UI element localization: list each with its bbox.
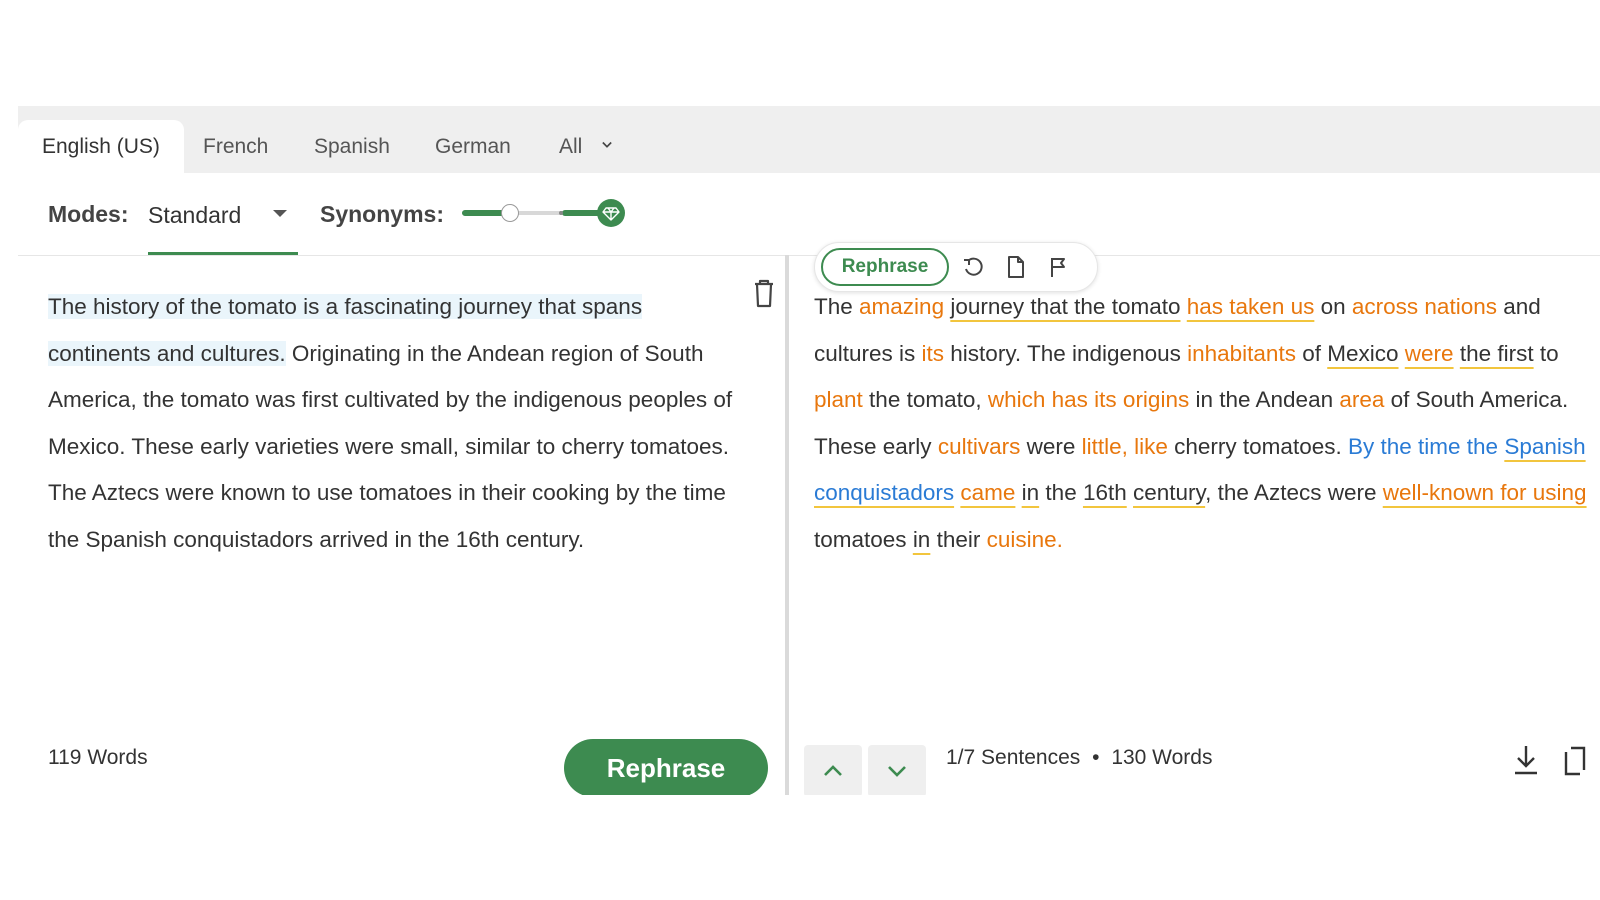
chevron-up-icon <box>824 765 842 776</box>
tab-all-dropdown[interactable]: All <box>535 120 636 173</box>
flag-icon[interactable] <box>1047 255 1071 279</box>
changed-word[interactable]: area <box>1339 387 1384 412</box>
changed-word[interactable]: across nations <box>1352 294 1497 319</box>
changed-word[interactable]: cultivars <box>938 434 1021 459</box>
changed-word[interactable]: first viewed <box>980 620 1093 625</box>
output-pane: The amazing journey that the tomato has … <box>790 242 1600 795</box>
slider-step-dot <box>559 211 563 215</box>
sentence-toolbar: Rephrase <box>814 242 1098 292</box>
output-text-segment: in <box>1021 480 1040 505</box>
modes-bar: Modes: Standard Synonyms: <box>18 173 1600 256</box>
tab-label: English (US) <box>42 135 160 158</box>
previous-sentence-button[interactable] <box>804 745 862 795</box>
changed-word[interactable]: well-known for using <box>1383 480 1587 505</box>
stats-separator: • <box>1092 746 1100 769</box>
tab-label: German <box>435 135 511 158</box>
output-text-segment: The tomato was <box>814 620 980 625</box>
output-text-segment: in the Andean <box>1189 387 1340 412</box>
tab-label: All <box>559 135 583 158</box>
changed-word[interactable]: has taken us <box>1187 294 1315 319</box>
synonyms-label: Synonyms: <box>320 201 444 227</box>
output-text-segment: in <box>912 526 931 552</box>
rephrase-sentence-button[interactable]: Rephrase <box>821 248 949 286</box>
trash-icon[interactable] <box>752 278 776 308</box>
changed-word[interactable]: its <box>922 341 945 366</box>
paraphraser-app: English (US) French Spanish German All M… <box>18 106 1600 795</box>
tab-german[interactable]: German <box>411 120 535 173</box>
premium-level[interactable] <box>597 199 625 227</box>
output-word-count: 130 Words <box>1111 746 1213 769</box>
download-icon[interactable] <box>1510 742 1542 778</box>
output-text-segment: , the Aztecs were <box>1205 480 1383 505</box>
output-paragraph: The amazing journey that the tomato has … <box>814 284 1594 563</box>
output-text-segment: history. The indigenous <box>944 340 1188 366</box>
output-text-segment: the <box>1039 480 1083 505</box>
output-text-segment: of <box>1295 340 1328 366</box>
synonyms-slider[interactable] <box>462 199 632 229</box>
changed-word[interactable]: little, like <box>1082 434 1168 459</box>
changed-word[interactable]: inhabitants <box>1187 341 1296 366</box>
output-paragraph: The tomato was first viewed with distrus… <box>814 610 1594 625</box>
next-sentence-button[interactable] <box>868 745 926 795</box>
changed-word[interactable]: cuisine. <box>987 527 1063 552</box>
mode-select[interactable]: Standard <box>148 193 298 255</box>
output-text-segment: 16th <box>1082 480 1127 505</box>
structural-change[interactable]: By the time the <box>1348 434 1504 459</box>
chevron-down-icon <box>602 141 612 148</box>
tab-spanish[interactable]: Spanish <box>290 120 414 173</box>
output-text-segment: to <box>1533 340 1559 366</box>
modes-label: Modes: <box>48 201 129 227</box>
document-icon[interactable] <box>1004 255 1028 279</box>
output-text-segment: cherry tomatoes. <box>1167 433 1348 459</box>
output-text-segment: their <box>930 526 987 552</box>
output-text-segment: the first <box>1459 340 1534 366</box>
changed-word[interactable]: distrust <box>1145 620 1218 625</box>
changed-word[interactable]: amazing <box>859 294 944 319</box>
output-footer: 1/7 Sentences • 130 Words <box>790 730 1600 795</box>
changed-word[interactable]: were <box>1405 341 1454 366</box>
tab-french[interactable]: French <box>179 120 292 173</box>
input-paragraph: The history of the tomato is a fascinati… <box>48 284 748 563</box>
changed-word[interactable]: which has its origins <box>988 387 1189 412</box>
output-text-segment: were <box>1020 433 1082 459</box>
output-text[interactable]: The amazing journey that the tomato has … <box>814 284 1594 624</box>
input-word-count: 119 Words <box>48 746 148 769</box>
input-text[interactable]: The history of the tomato is a fascinati… <box>48 284 748 624</box>
changed-word[interactable]: plant <box>814 387 863 412</box>
tab-label: French <box>203 135 269 158</box>
output-text-segment: Mexico <box>1327 340 1399 366</box>
diamond-icon <box>602 207 620 221</box>
output-stats: 1/7 Sentences • 130 Words <box>946 746 1212 770</box>
slider-thumb[interactable] <box>501 204 519 222</box>
input-paragraph: When the Spanish brought the tomato back… <box>48 610 748 625</box>
tab-label: Spanish <box>314 135 390 158</box>
input-pane: The history of the tomato is a fascinati… <box>18 256 784 795</box>
output-text-segment: tomatoes <box>814 526 913 552</box>
output-text-segment: journey that the tomato <box>950 294 1181 319</box>
output-text-segment: brought back <box>1444 620 1581 625</box>
chevron-down-icon <box>888 766 906 777</box>
output-text-segment: with <box>1099 620 1139 625</box>
undo-icon[interactable] <box>961 255 985 279</box>
rephrase-button[interactable]: Rephrase <box>564 739 768 795</box>
output-text-segment: century <box>1133 480 1206 505</box>
mode-selected-value: Standard <box>148 202 242 228</box>
output-text-segment: The <box>814 294 860 319</box>
language-tabs: English (US) French Spanish German All <box>18 106 1600 173</box>
output-text-segment: in Europe <box>1218 620 1327 625</box>
tab-english-us[interactable]: English (US) <box>18 120 184 173</box>
output-text-segment: on <box>1314 294 1352 319</box>
input-footer: 119 Words Rephrase <box>18 730 784 795</box>
caret-down-icon <box>273 210 287 217</box>
output-text-segment: when it was <box>1327 620 1445 625</box>
changed-word[interactable]: came <box>960 480 1015 505</box>
copy-icon[interactable] <box>1562 742 1594 778</box>
input-text-rest: Originating in the Andean region of Sout… <box>48 340 733 552</box>
output-text-segment: the tomato, <box>862 387 988 412</box>
mode-active-underline <box>148 252 298 255</box>
sentence-counter: 1/7 Sentences <box>946 746 1081 769</box>
pane-divider[interactable] <box>785 255 789 795</box>
